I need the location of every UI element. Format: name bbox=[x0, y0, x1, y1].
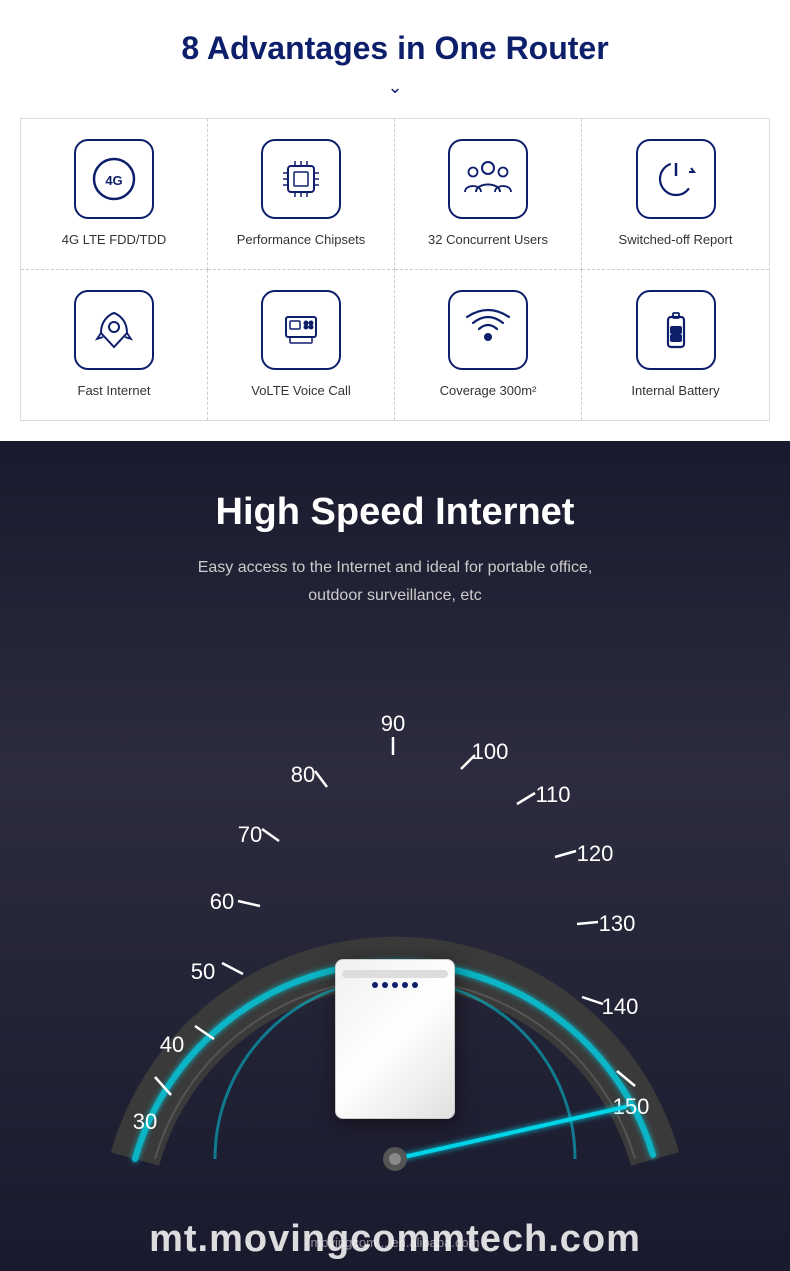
phone-label: VoLTE Voice Call bbox=[251, 382, 350, 400]
wifi-icon-box bbox=[448, 290, 528, 370]
wifi-icon bbox=[463, 305, 513, 355]
speed-subtitle-line2: outdoor surveillance, etc bbox=[308, 587, 481, 604]
advantage-cell-power: Switched-off Report bbox=[582, 119, 769, 270]
power-label: Switched-off Report bbox=[619, 231, 733, 249]
advantage-cell-chip: Performance Chipsets bbox=[208, 119, 395, 270]
chevron-icon: ⌄ bbox=[20, 77, 770, 98]
battery-label: Internal Battery bbox=[631, 382, 719, 400]
advantages-grid: 4G 4G LTE FDD/TDD bbox=[20, 118, 770, 421]
router-top-bar bbox=[342, 970, 448, 978]
users-icon-box bbox=[448, 139, 528, 219]
svg-text:60: 60 bbox=[210, 889, 234, 914]
svg-text:30: 30 bbox=[133, 1109, 157, 1134]
svg-text:130: 130 bbox=[599, 911, 636, 936]
4g-label: 4G LTE FDD/TDD bbox=[62, 231, 167, 249]
svg-text:90: 90 bbox=[381, 711, 405, 736]
advantage-cell-4g: 4G 4G LTE FDD/TDD bbox=[21, 119, 208, 270]
chip-icon bbox=[276, 154, 326, 204]
users-icon bbox=[463, 154, 513, 204]
4g-icon-box: 4G bbox=[74, 139, 154, 219]
advantages-section: 8 Advantages in One Router ⌄ 4G 4G LTE F… bbox=[0, 0, 790, 441]
wifi-label: Coverage 300m² bbox=[440, 382, 537, 400]
router-led-2 bbox=[382, 982, 388, 988]
advantages-title: 8 Advantages in One Router bbox=[20, 30, 770, 67]
router-led-4 bbox=[402, 982, 408, 988]
svg-text:80: 80 bbox=[291, 762, 315, 787]
speedometer-svg: 30 40 50 60 70 80 90 100 110 bbox=[55, 639, 735, 1239]
power-icon bbox=[651, 154, 701, 204]
chip-icon-box bbox=[261, 139, 341, 219]
advantage-cell-rocket: Fast Internet bbox=[21, 270, 208, 420]
speed-title: High Speed Internet bbox=[20, 491, 770, 534]
advantage-cell-phone: VoLTE Voice Call bbox=[208, 270, 395, 420]
svg-text:140: 140 bbox=[602, 994, 639, 1019]
power-icon-box bbox=[636, 139, 716, 219]
router-device bbox=[335, 959, 455, 1119]
speed-subtitle-line1: Easy access to the Internet and ideal fo… bbox=[198, 559, 593, 576]
rocket-label: Fast Internet bbox=[78, 382, 151, 400]
rocket-icon bbox=[89, 305, 139, 355]
svg-text:120: 120 bbox=[577, 841, 614, 866]
speedometer-container: 30 40 50 60 70 80 90 100 110 bbox=[55, 639, 735, 1239]
svg-text:4G: 4G bbox=[105, 173, 122, 188]
router-led-1 bbox=[372, 982, 378, 988]
phone-icon-box bbox=[261, 290, 341, 370]
battery-icon bbox=[651, 305, 701, 355]
advantage-cell-battery: Internal Battery bbox=[582, 270, 769, 420]
battery-icon-box bbox=[636, 290, 716, 370]
speed-subtitle: Easy access to the Internet and ideal fo… bbox=[20, 554, 770, 608]
router-led-5 bbox=[412, 982, 418, 988]
rocket-icon-box bbox=[74, 290, 154, 370]
phone-icon bbox=[276, 305, 326, 355]
router-led-3 bbox=[392, 982, 398, 988]
router-led-row bbox=[372, 982, 418, 988]
speed-section: High Speed Internet Easy access to the I… bbox=[0, 441, 790, 1271]
advantage-cell-users: 32 Concurrent Users bbox=[395, 119, 582, 270]
advantage-cell-wifi: Coverage 300m² bbox=[395, 270, 582, 420]
4g-icon: 4G bbox=[89, 154, 139, 204]
svg-text:100: 100 bbox=[472, 739, 509, 764]
svg-text:50: 50 bbox=[191, 959, 215, 984]
svg-text:70: 70 bbox=[238, 822, 262, 847]
svg-text:40: 40 bbox=[160, 1032, 184, 1057]
chip-label: Performance Chipsets bbox=[237, 231, 366, 249]
svg-text:110: 110 bbox=[535, 782, 570, 807]
users-label: 32 Concurrent Users bbox=[428, 231, 548, 249]
